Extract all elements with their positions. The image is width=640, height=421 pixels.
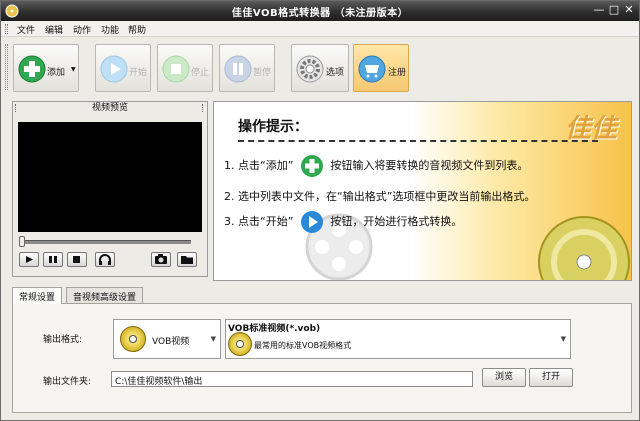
menu-file[interactable]: 文件 [17, 23, 35, 36]
panel-grip-right[interactable] [202, 104, 204, 112]
format-type-select[interactable]: VOB视频 ▼ [113, 319, 221, 359]
start-label: 开始 [129, 68, 148, 78]
vob-disc-icon [120, 326, 146, 352]
stop-icon [162, 55, 190, 83]
menu-function[interactable]: 功能 [101, 23, 119, 36]
register-button[interactable]: 注册 [353, 44, 409, 92]
audio-button[interactable] [95, 252, 115, 267]
tip-step-3-suffix: 按钮，开始进行格式转换。 [330, 215, 463, 228]
format-type-value: VOB视频 [152, 337, 190, 347]
pause-icon [224, 55, 252, 83]
tip-step-2: 2. 选中列表中文件，在“输出格式”选项框中更改当前输出格式。 [224, 188, 535, 204]
tab-advanced[interactable]: 音视频高级设置 [66, 287, 144, 303]
add-label: 添加 [47, 68, 66, 78]
toolbar-grip[interactable] [5, 44, 8, 90]
title-bar[interactable]: 佳佳VOB格式转换器 （未注册版本） — □ ✕ [1, 1, 639, 21]
stop-label: 停止 [191, 68, 210, 78]
chevron-down-icon: ▼ [560, 335, 566, 343]
general-settings-panel: 输出格式: VOB视频 ▼ VOB标准视频(*.vob) 最常用的标准VOB视频… [12, 303, 632, 413]
tip-step-3: 3. 点击“开始” 按钮，开始进行格式转换。 [224, 210, 462, 234]
video-preview-panel: 视频预览 [12, 101, 208, 277]
app-window: 佳佳VOB格式转换器 （未注册版本） — □ ✕ 文件 编辑 动作 功能 帮助 … [0, 0, 640, 421]
format-profile-select[interactable]: VOB标准视频(*.vob) 最常用的标准VOB视频格式 ▼ [225, 319, 571, 359]
play-icon [100, 55, 128, 83]
play-button[interactable] [19, 252, 39, 267]
settings-tabs: 常规设置 音视频高级设置 输出格式: VOB视频 ▼ VOB标准视频(*.vob… [12, 287, 632, 413]
stop-small-button[interactable] [67, 252, 87, 267]
output-format-label: 输出格式: [43, 335, 83, 345]
register-label: 注册 [388, 68, 407, 78]
seek-thumb[interactable] [19, 236, 25, 247]
tip-step-2-text: 2. 选中列表中文件，在“输出格式”选项框中更改当前输出格式。 [224, 190, 536, 203]
pause-label: 暂停 [253, 68, 272, 78]
tip-step-1: 1. 点击“添加” 按钮输入将要转换的音视频文件到列表。 [224, 154, 528, 178]
toolbar: 添加 ▼ 开始 停止 暂停 选项 注册 [1, 38, 639, 96]
pause-button[interactable]: 暂停 [219, 44, 275, 92]
pause-small-button[interactable] [43, 252, 63, 267]
tip-step-1-text: 1. 点击“添加” [224, 159, 294, 172]
tab-general[interactable]: 常规设置 [12, 287, 63, 304]
open-button[interactable]: 打开 [529, 368, 573, 387]
play-small-icon [26, 256, 33, 263]
cart-icon [358, 55, 386, 83]
add-icon [18, 55, 46, 83]
menu-edit[interactable]: 编辑 [45, 23, 63, 36]
headphones-icon [99, 254, 111, 265]
open-folder-button[interactable] [177, 252, 197, 267]
menu-grip[interactable] [5, 24, 8, 34]
options-label: 选项 [326, 68, 345, 78]
chevron-down-icon: ▼ [210, 335, 216, 343]
output-folder-input[interactable]: C:\佳佳视频软件\输出 [111, 371, 473, 387]
menu-bar: 文件 编辑 动作 功能 帮助 [1, 21, 639, 37]
window-title: 佳佳VOB格式转换器 （未注册版本） [231, 8, 409, 19]
browse-button[interactable]: 浏览 [482, 368, 526, 387]
seek-bar[interactable] [21, 240, 191, 244]
maximize-button[interactable]: □ [608, 4, 620, 16]
close-button[interactable]: ✕ [623, 4, 635, 16]
video-screen [18, 122, 202, 232]
add-button[interactable]: 添加 ▼ [13, 44, 79, 92]
play-icon [300, 211, 323, 233]
stop-button[interactable]: 停止 [157, 44, 213, 92]
tips-panel: 佳佳 操作提示： 1. 点击“添加” 按钮输入将要转换的音视频文件到列表。 2.… [213, 101, 632, 281]
bluray-disc-icon [538, 216, 630, 280]
tip-step-3-text: 3. 点击“开始” [224, 215, 294, 228]
menu-action[interactable]: 动作 [73, 23, 91, 36]
output-folder-label: 输出文件夹: [43, 377, 92, 387]
folder-icon [181, 256, 193, 264]
minimize-button[interactable]: — [593, 4, 605, 16]
pause-small-icon [49, 256, 57, 263]
gear-icon [296, 55, 324, 83]
tips-divider [238, 140, 598, 142]
start-button[interactable]: 开始 [95, 44, 151, 92]
camera-icon [155, 254, 167, 264]
stop-small-icon [73, 256, 80, 263]
snapshot-button[interactable] [151, 252, 171, 267]
format-profile-description: 最常用的标准VOB视频格式 [254, 341, 352, 350]
add-icon [300, 155, 323, 177]
options-button[interactable]: 选项 [291, 44, 349, 92]
vob-disc-small-icon [228, 332, 252, 356]
menu-help[interactable]: 帮助 [128, 23, 146, 36]
tips-title: 操作提示： [238, 119, 308, 135]
add-dropdown-arrow-icon[interactable]: ▼ [71, 66, 76, 73]
tip-step-1-suffix: 按钮输入将要转换的音视频文件到列表。 [330, 159, 529, 172]
preview-title: 视频预览 [91, 103, 128, 113]
